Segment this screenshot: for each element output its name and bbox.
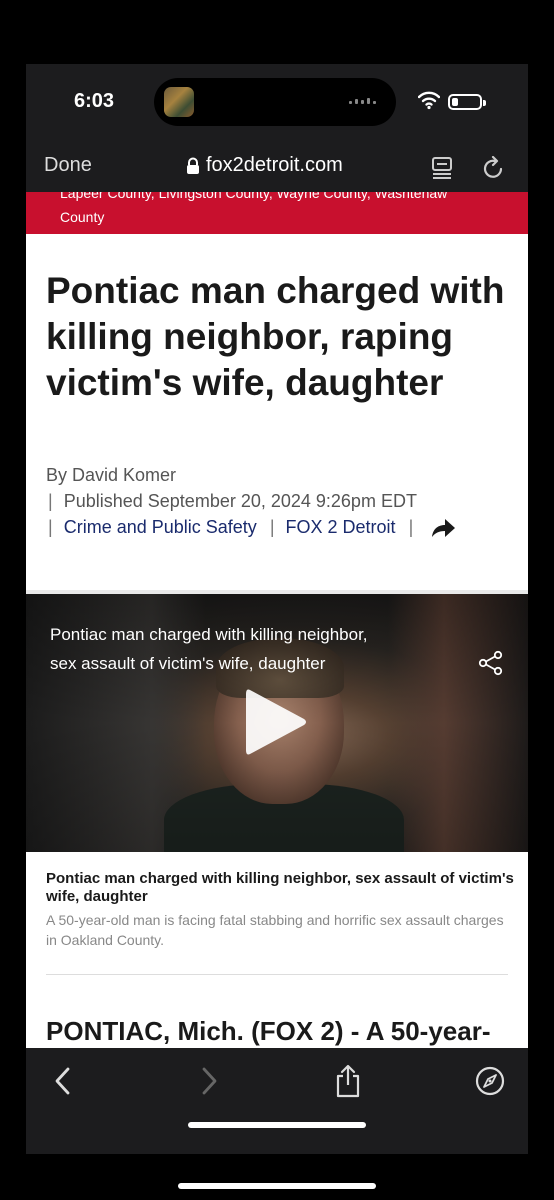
web-content: Lapeer County, Livingston County, Wayne … [26, 192, 528, 1048]
wifi-icon [418, 91, 440, 110]
category-link[interactable]: Crime and Public Safety [64, 517, 257, 537]
video-share-icon[interactable] [478, 650, 504, 676]
caption-title: Pontiac man charged with killing neighbo… [46, 870, 514, 905]
article-lede: PONTIAC, Mich. (FOX 2) - A 50-year- [46, 1016, 491, 1046]
status-bar: 6:03 [26, 64, 528, 142]
home-indicator[interactable] [188, 1122, 366, 1128]
published-label: Published [63, 491, 143, 511]
article-meta: By David Komer | Published September 20,… [46, 462, 456, 540]
back-icon[interactable] [48, 1064, 80, 1098]
reload-icon[interactable] [482, 156, 506, 180]
dynamic-island[interactable] [154, 78, 396, 126]
video-player[interactable]: Pontiac man charged with killing neighbo… [26, 594, 528, 852]
battery-icon [448, 94, 486, 110]
outer-home-indicator [178, 1183, 376, 1189]
article-headline: Pontiac man charged with killing neighbo… [46, 270, 505, 403]
browser-navbar: Done fox2detroit.com [26, 142, 528, 192]
phone-screen: 6:03 Done fox2detroit.com Lapeer County,… [26, 64, 528, 1154]
browser-toolbar [26, 1048, 528, 1154]
reader-icon[interactable] [430, 156, 454, 180]
source-link[interactable]: FOX 2 Detroit [286, 517, 396, 537]
byline: By David Komer [46, 465, 177, 485]
banner-line-2: County [60, 209, 105, 225]
address-bar[interactable]: fox2detroit.com [186, 154, 343, 177]
status-time: 6:03 [74, 90, 115, 112]
lock-icon [187, 157, 199, 174]
published-date: September 20, 2024 9:26pm EDT [147, 491, 417, 511]
now-playing-thumbnail[interactable] [164, 87, 194, 117]
caption-divider [46, 974, 508, 975]
audio-bars-icon [349, 98, 376, 104]
compass-icon[interactable] [474, 1064, 506, 1098]
video-title: Pontiac man charged with killing neighbo… [50, 625, 368, 673]
caption-description: A 50-year-old man is facing fatal stabbi… [46, 912, 504, 948]
play-icon[interactable] [244, 686, 308, 758]
share-icon[interactable] [332, 1064, 364, 1098]
done-button[interactable]: Done [44, 154, 92, 177]
forward-icon[interactable] [192, 1064, 224, 1098]
video-caption: Pontiac man charged with killing neighbo… [46, 870, 516, 950]
url-text: fox2detroit.com [206, 154, 343, 176]
location-banner[interactable]: Lapeer County, Livingston County, Wayne … [26, 192, 528, 234]
banner-line-1: Lapeer County, Livingston County, Wayne … [60, 192, 448, 201]
share-arrow-icon[interactable] [430, 517, 456, 539]
